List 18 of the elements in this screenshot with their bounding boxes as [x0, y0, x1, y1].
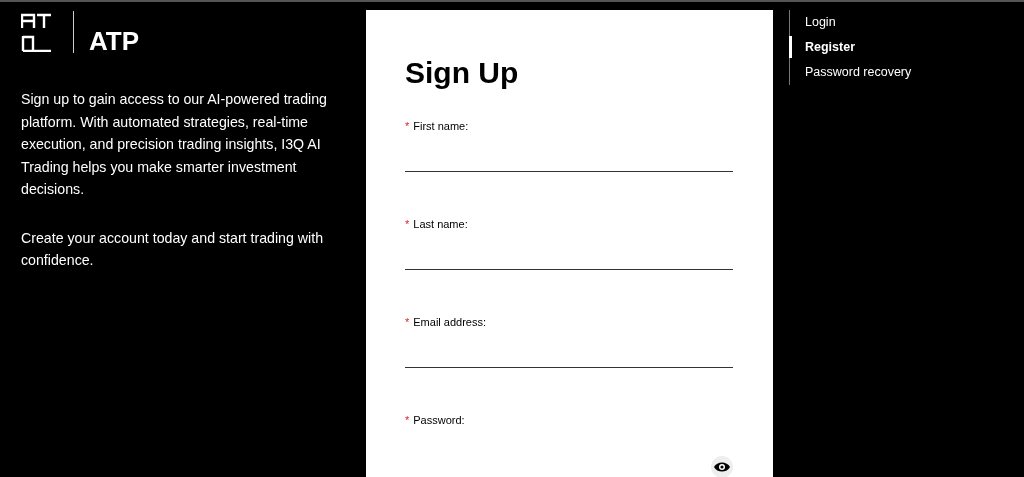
field-label: Password: — [413, 414, 465, 426]
nav-link[interactable]: Register — [789, 36, 912, 58]
required-mark: * — [405, 120, 410, 132]
field-label: Last name: — [413, 218, 468, 230]
field-label: First name: — [413, 120, 469, 132]
required-mark: * — [405, 218, 410, 230]
nav-link[interactable]: Login — [789, 11, 912, 33]
show-password-button[interactable] — [711, 456, 733, 477]
intro-paragraph: Create your account today and start trading with confidence. — [21, 228, 325, 270]
field-label: Email address: — [413, 316, 487, 328]
nav-link[interactable]: Password recovery — [789, 61, 912, 83]
eye-icon — [714, 461, 730, 473]
required-mark: * — [405, 316, 410, 328]
required-mark: * — [405, 414, 410, 426]
form-title: Sign Up — [405, 56, 520, 90]
brand-name: ATP — [89, 25, 140, 57]
intro-paragraph: Sign up to gain access to our AI-powered trading platform. With automated strategies, real-time execution, and precision trading insights, I3Q AI Trading helps you make smarter investment decisions. — [21, 90, 328, 199]
logo-icon — [21, 12, 51, 52]
